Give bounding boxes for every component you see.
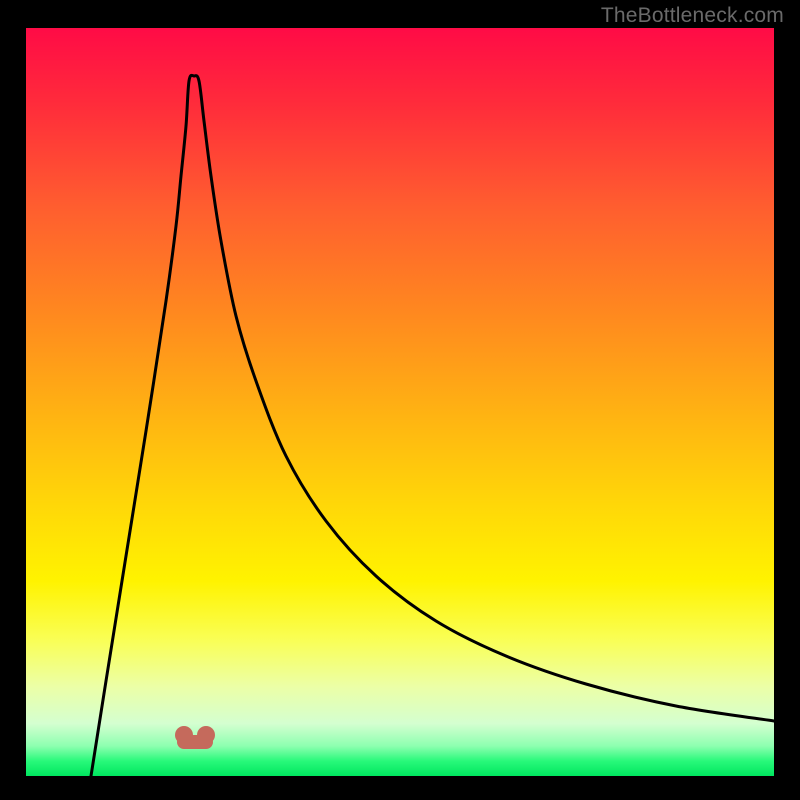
min-point-left-marker bbox=[175, 726, 193, 744]
min-point-right-marker bbox=[197, 726, 215, 744]
chart-plot-area bbox=[26, 28, 774, 776]
bottleneck-chart-svg bbox=[26, 28, 774, 776]
watermark-text: TheBottleneck.com bbox=[601, 4, 784, 28]
bottleneck-curve-path bbox=[91, 75, 774, 776]
